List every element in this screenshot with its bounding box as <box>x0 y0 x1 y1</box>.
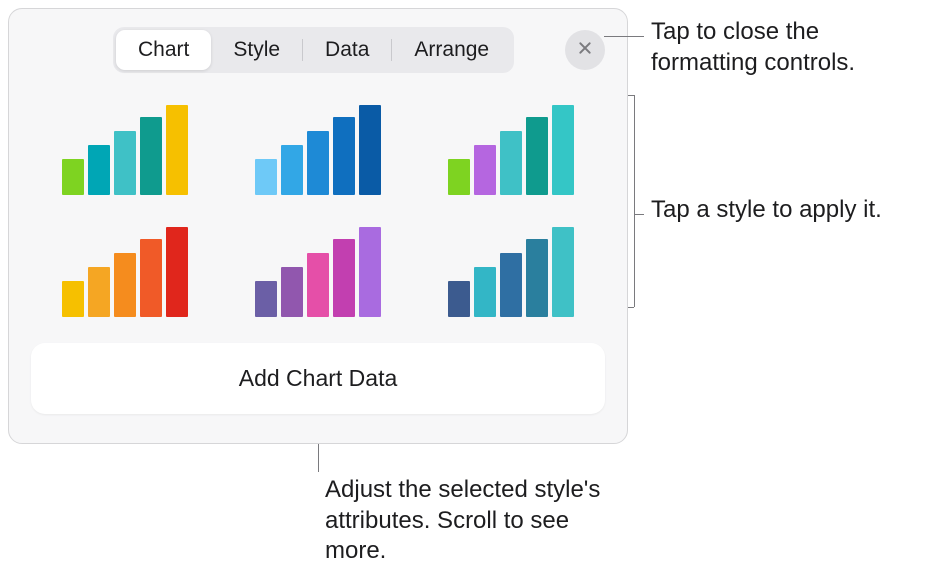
leader-line <box>318 444 319 472</box>
tab-bar: ChartStyleDataArrange <box>113 27 514 73</box>
close-button[interactable] <box>565 30 605 70</box>
add-chart-data-button[interactable]: Add Chart Data <box>31 343 605 414</box>
bar-icon <box>307 253 329 317</box>
bar-icon <box>333 239 355 317</box>
bar-icon <box>114 253 136 317</box>
bar-icon <box>526 239 548 317</box>
bar-icon <box>500 131 522 195</box>
callout-close: Tap to close the formatting controls. <box>651 17 911 78</box>
close-icon <box>577 40 593 61</box>
bar-icon <box>448 281 470 317</box>
bar-icon <box>500 253 522 317</box>
chart-style-purple-pink[interactable] <box>244 231 391 317</box>
chart-style-mixed[interactable] <box>438 109 585 195</box>
tab-style[interactable]: Style <box>211 30 302 70</box>
bar-icon <box>552 227 574 317</box>
bar-icon <box>88 145 110 195</box>
bar-icon <box>114 131 136 195</box>
leader-line <box>628 307 634 308</box>
bar-icon <box>62 159 84 195</box>
bar-icon <box>140 239 162 317</box>
callout-adjust: Adjust the selected style's attributes. … <box>325 475 605 567</box>
leader-line <box>628 95 634 96</box>
chart-style-grid <box>31 109 605 317</box>
bar-icon <box>359 105 381 195</box>
bar-icon <box>333 117 355 195</box>
bar-icon <box>526 117 548 195</box>
leader-line <box>604 36 644 37</box>
bar-icon <box>281 145 303 195</box>
chart-style-navy-teal[interactable] <box>438 231 585 317</box>
bar-icon <box>62 281 84 317</box>
bar-icon <box>255 159 277 195</box>
chart-style-green-teal-yellow[interactable] <box>51 109 198 195</box>
bar-icon <box>474 145 496 195</box>
tab-data[interactable]: Data <box>303 30 391 70</box>
bar-icon <box>166 105 188 195</box>
bar-icon <box>307 131 329 195</box>
bar-icon <box>552 105 574 195</box>
chart-style-orange-red[interactable] <box>51 231 198 317</box>
callout-style: Tap a style to apply it. <box>651 195 911 226</box>
bar-icon <box>474 267 496 317</box>
leader-line <box>634 95 635 307</box>
chart-style-blues[interactable] <box>244 109 391 195</box>
panel-header: ChartStyleDataArrange <box>31 27 605 73</box>
tab-arrange[interactable]: Arrange <box>392 30 511 70</box>
format-panel: ChartStyleDataArrange Add Chart Data <box>8 8 628 444</box>
bar-icon <box>88 267 110 317</box>
bar-icon <box>166 227 188 317</box>
bar-icon <box>140 117 162 195</box>
bar-icon <box>255 281 277 317</box>
tab-chart[interactable]: Chart <box>116 30 211 70</box>
bar-icon <box>448 159 470 195</box>
leader-line <box>634 214 644 215</box>
bar-icon <box>281 267 303 317</box>
bar-icon <box>359 227 381 317</box>
